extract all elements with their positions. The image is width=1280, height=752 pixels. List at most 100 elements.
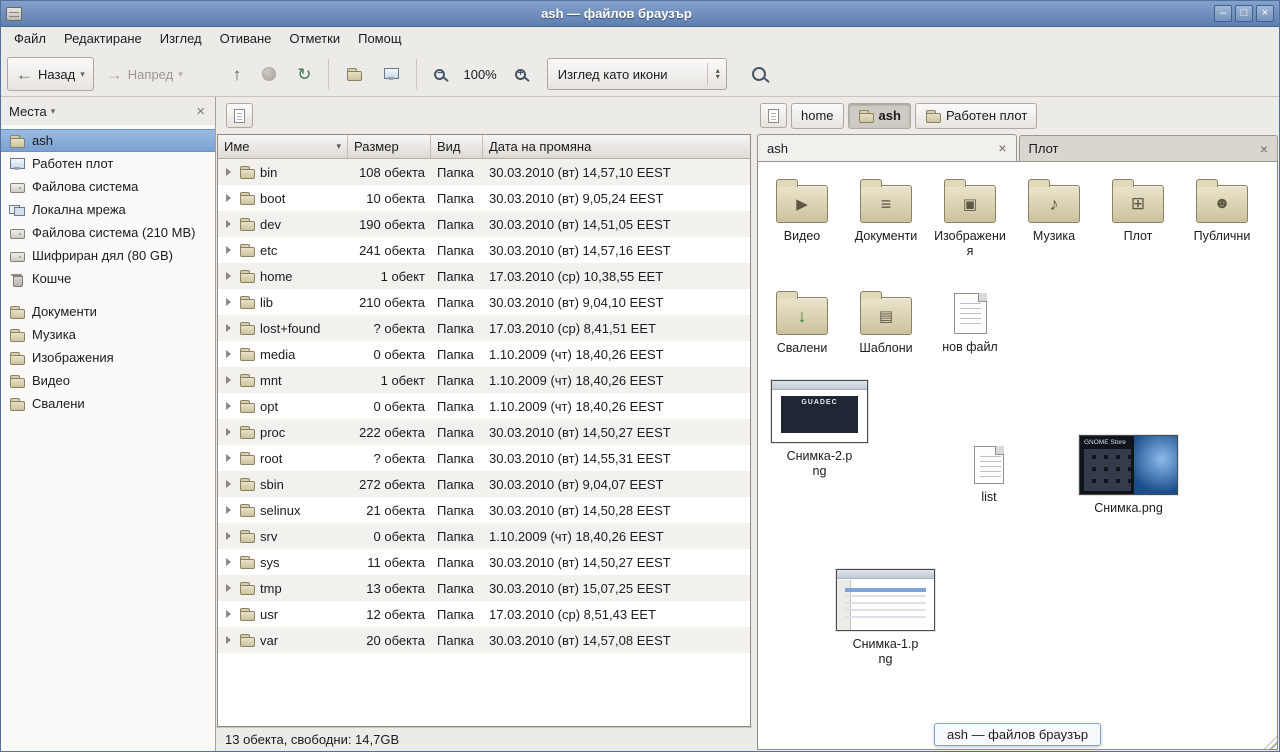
expander-icon[interactable] [226, 402, 231, 410]
menu-item[interactable]: Редактиране [55, 27, 151, 52]
sidebar-item[interactable]: Музика [1, 323, 215, 346]
close-button[interactable]: × [1256, 5, 1274, 22]
icon-view-item[interactable]: Музика [1012, 175, 1096, 259]
icon-view-item[interactable]: Документи [844, 175, 928, 259]
expander-icon[interactable] [226, 194, 231, 202]
breadcrumb-home[interactable]: home [791, 103, 844, 129]
sidebar-item[interactable]: Видео [1, 369, 215, 392]
expander-icon[interactable] [226, 376, 231, 384]
up-button[interactable]: ↑ [224, 57, 251, 91]
tab-plot[interactable]: Плот × [1019, 135, 1279, 161]
menu-item[interactable]: Изглед [151, 27, 211, 52]
table-row[interactable]: usr 12 обекта Папка 17.03.2010 (ср) 8,51… [218, 601, 750, 627]
table-row[interactable]: srv 0 обекта Папка 1.10.2009 (чт) 18,40,… [218, 523, 750, 549]
table-row[interactable]: etc 241 обекта Папка 30.03.2010 (вт) 14,… [218, 237, 750, 263]
icon-view-item[interactable]: Свалени [760, 287, 844, 356]
zoom-out-button[interactable]: − [425, 57, 454, 91]
file-snimka2[interactable]: GUADEC Снимка-2.png [771, 380, 868, 479]
expander-icon[interactable] [226, 272, 231, 280]
location-toggle-button[interactable] [760, 103, 787, 128]
column-header-size[interactable]: Размер [348, 135, 431, 159]
column-header-name[interactable]: Име ▾ [218, 135, 348, 159]
file-snimka1[interactable]: Снимка-1.png [836, 569, 935, 667]
expander-icon[interactable] [226, 480, 231, 488]
tab-close-icon[interactable]: × [1257, 142, 1271, 156]
menu-item[interactable]: Отметки [280, 27, 349, 52]
column-header-date[interactable]: Дата на промяна [483, 135, 750, 159]
table-row[interactable]: bin 108 обекта Папка 30.03.2010 (вт) 14,… [218, 159, 750, 185]
table-row[interactable]: sbin 272 обекта Папка 30.03.2010 (вт) 9,… [218, 471, 750, 497]
file-snimka[interactable]: GNOME Store Снимка.png [1079, 435, 1178, 516]
tab-ash[interactable]: ash × [757, 134, 1017, 161]
menu-item[interactable]: Файл [5, 27, 55, 52]
file-list[interactable]: list [974, 446, 1004, 505]
table-row[interactable]: var 20 обекта Папка 30.03.2010 (вт) 14,5… [218, 627, 750, 653]
expander-icon[interactable] [226, 636, 231, 644]
forward-label: Напред [128, 67, 173, 82]
tab-close-icon[interactable]: × [995, 141, 1009, 155]
icon-view-item[interactable]: нов файл [928, 287, 1012, 356]
sidebar-dropdown-icon[interactable]: ▾ [51, 106, 56, 117]
sidebar-item[interactable]: Кошче [1, 267, 215, 290]
breadcrumb-desktop[interactable]: Работен плот [915, 103, 1037, 129]
reload-button[interactable]: ↻ [288, 57, 320, 91]
expander-icon[interactable] [226, 298, 231, 306]
expander-icon[interactable] [226, 428, 231, 436]
table-row[interactable]: boot 10 обекта Папка 30.03.2010 (вт) 9,0… [218, 185, 750, 211]
expander-icon[interactable] [226, 454, 231, 462]
table-row[interactable]: sys 11 обекта Папка 30.03.2010 (вт) 14,5… [218, 549, 750, 575]
expander-icon[interactable] [226, 220, 231, 228]
sidebar-item[interactable]: Документи [1, 300, 215, 323]
icon-view-item[interactable]: Изображения [928, 175, 1012, 259]
zoom-in-button[interactable]: + [506, 57, 535, 91]
search-button[interactable] [743, 57, 775, 91]
expander-icon[interactable] [226, 506, 231, 514]
file-size: 272 обекта [348, 477, 431, 492]
minimize-button[interactable]: – [1214, 5, 1232, 22]
table-row[interactable]: mnt 1 обект Папка 1.10.2009 (чт) 18,40,2… [218, 367, 750, 393]
icon-view-item[interactable]: Плот [1096, 175, 1180, 259]
expander-icon[interactable] [226, 610, 231, 618]
table-row[interactable]: home 1 обект Папка 17.03.2010 (ср) 10,38… [218, 263, 750, 289]
sidebar-item[interactable]: Файлова система (210 MB) [1, 221, 215, 244]
expander-icon[interactable] [226, 558, 231, 566]
expander-icon[interactable] [226, 246, 231, 254]
column-header-type[interactable]: Вид [431, 135, 483, 159]
sidebar-item[interactable]: Работен плот [1, 152, 215, 175]
table-row[interactable]: tmp 13 обекта Папка 30.03.2010 (вт) 15,0… [218, 575, 750, 601]
stop-button[interactable] [253, 57, 285, 91]
table-row[interactable]: lib 210 обекта Папка 30.03.2010 (вт) 9,0… [218, 289, 750, 315]
sidebar-item[interactable]: Шифриран дял (80 GB) [1, 244, 215, 267]
sidebar-item[interactable]: Локална мрежа [1, 198, 215, 221]
view-mode-select[interactable]: Изглед като икони ▴▾ [547, 58, 727, 90]
icon-view-item[interactable]: Шаблони [844, 287, 928, 356]
expander-icon[interactable] [226, 532, 231, 540]
expander-icon[interactable] [226, 584, 231, 592]
table-row[interactable]: opt 0 обекта Папка 1.10.2009 (чт) 18,40,… [218, 393, 750, 419]
icon-view-item[interactable]: Публични [1180, 175, 1264, 259]
back-button[interactable]: ← Назад ▾ [7, 57, 94, 91]
expander-icon[interactable] [226, 350, 231, 358]
home-button[interactable] [337, 57, 371, 91]
expander-icon[interactable] [226, 168, 231, 176]
table-row[interactable]: proc 222 обекта Папка 30.03.2010 (вт) 14… [218, 419, 750, 445]
expander-icon[interactable] [226, 324, 231, 332]
menu-item[interactable]: Отиване [211, 27, 281, 52]
location-toggle-button[interactable] [226, 103, 253, 128]
icon-view-item[interactable]: Видео [760, 175, 844, 259]
sidebar-item[interactable]: Изображения [1, 346, 215, 369]
table-row[interactable]: lost+found ? обекта Папка 17.03.2010 (ср… [218, 315, 750, 341]
sidebar-item[interactable]: Свалени [1, 392, 215, 415]
forward-button[interactable]: → Напред ▾ [97, 57, 192, 91]
sidebar-close-icon[interactable]: × [194, 104, 207, 119]
menu-item[interactable]: Помощ [349, 27, 410, 52]
table-row[interactable]: dev 190 обекта Папка 30.03.2010 (вт) 14,… [218, 211, 750, 237]
table-row[interactable]: media 0 обекта Папка 1.10.2009 (чт) 18,4… [218, 341, 750, 367]
breadcrumb-ash[interactable]: ash [848, 103, 911, 129]
table-row[interactable]: root ? обекта Папка 30.03.2010 (вт) 14,5… [218, 445, 750, 471]
computer-button[interactable] [374, 57, 408, 91]
sidebar-item[interactable]: Файлова система [1, 175, 215, 198]
table-row[interactable]: selinux 21 обекта Папка 30.03.2010 (вт) … [218, 497, 750, 523]
sidebar-item[interactable]: ash [1, 129, 215, 152]
maximize-button[interactable]: □ [1235, 5, 1253, 22]
